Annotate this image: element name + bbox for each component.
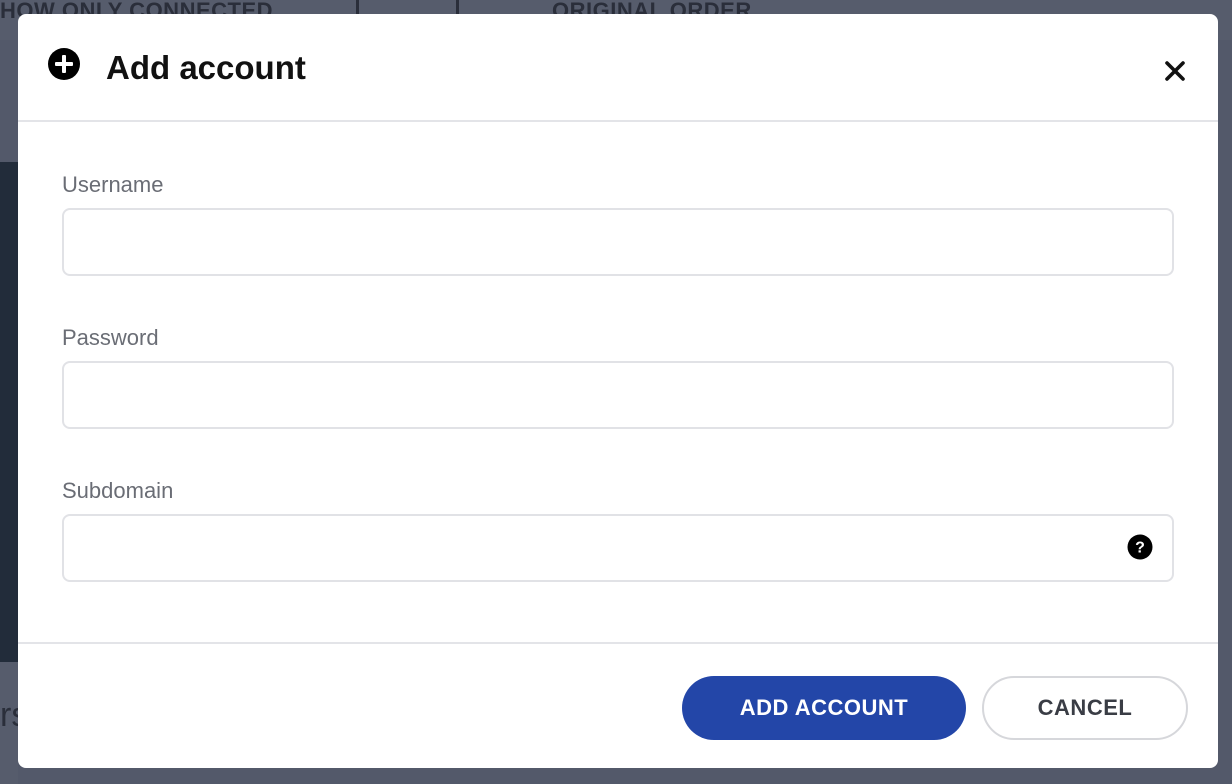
password-label: Password xyxy=(62,325,159,350)
cancel-button[interactable]: CANCEL xyxy=(982,676,1188,740)
username-label: Username xyxy=(62,172,164,197)
question-circle-icon[interactable]: ? xyxy=(1127,534,1153,560)
close-icon[interactable] xyxy=(1158,54,1192,88)
add-account-dialog: Add account Username Password Subdomain … xyxy=(18,14,1218,768)
dialog-footer: ADD ACCOUNT CANCEL xyxy=(18,642,1218,768)
dialog-header: Add account xyxy=(18,14,1218,122)
subdomain-label: Subdomain xyxy=(62,478,174,503)
svg-text:?: ? xyxy=(1135,540,1145,557)
dialog-title: Add account xyxy=(106,49,306,86)
password-input[interactable] xyxy=(62,361,1174,429)
username-input[interactable] xyxy=(62,208,1174,276)
add-account-button[interactable]: ADD ACCOUNT xyxy=(682,676,966,740)
subdomain-input[interactable] xyxy=(62,514,1174,582)
plus-circle-icon xyxy=(48,48,80,80)
